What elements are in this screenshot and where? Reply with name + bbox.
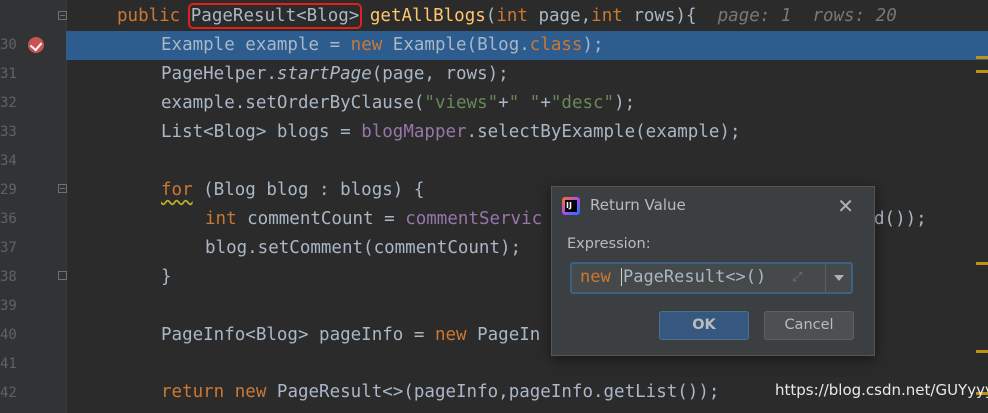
- expression-input[interactable]: new PageResult<>() ⤢: [570, 262, 853, 294]
- line-number: 32: [0, 95, 17, 111]
- dialog-title-bar[interactable]: Return Value ✕: [552, 187, 874, 225]
- dialog-title: Return Value: [590, 196, 686, 214]
- scrollbar-marker[interactable]: [976, 56, 988, 59]
- inline-debug-values: page: 1 rows: 20: [717, 6, 897, 26]
- line-number: 34: [0, 153, 17, 169]
- line-number: 33: [0, 124, 17, 140]
- ok-button[interactable]: OK: [659, 311, 749, 340]
- expression-label: Expression:: [567, 236, 651, 252]
- line-number: 42: [0, 385, 17, 401]
- fold-end-marker-icon[interactable]: [58, 271, 67, 280]
- fold-marker-icon[interactable]: [58, 11, 67, 20]
- code-line: List<Blog> blogs = blogMapper.selectByEx…: [161, 122, 741, 142]
- intellij-app-icon: [562, 197, 580, 215]
- line-number: 41: [0, 356, 17, 372]
- return-type-highlight: PageResult<Blog>: [187, 3, 363, 29]
- line-number: 36: [0, 211, 17, 227]
- line-number: 40: [0, 327, 17, 343]
- close-icon[interactable]: ✕: [837, 194, 854, 218]
- code-line-tail: d());: [874, 209, 927, 229]
- breakpoint-icon[interactable]: [28, 37, 44, 53]
- expression-value[interactable]: new PageResult<>(): [580, 267, 766, 287]
- scrollbar-marker[interactable]: [976, 350, 988, 353]
- code-line: for (Blog blog : blogs) {: [161, 180, 425, 200]
- line-number: 31: [0, 66, 17, 82]
- return-value-dialog: Return Value ✕ Expression: new PageResul…: [551, 186, 875, 356]
- line-number: 29: [0, 182, 17, 198]
- text-caret: [620, 268, 622, 286]
- cancel-button[interactable]: Cancel: [764, 311, 854, 340]
- code-line: example.setOrderByClause("views"+" "+"de…: [161, 93, 636, 113]
- line-number: 38: [0, 269, 17, 285]
- code-line: blog.setComment(commentCount);: [205, 238, 522, 258]
- code-line-method-signature: public PageResult<Blog> getAllBlogs(int …: [117, 3, 897, 29]
- line-number: 30: [0, 37, 17, 53]
- code-line: PageHelper.startPage(page, rows);: [161, 64, 509, 84]
- scrollbar-marker[interactable]: [976, 70, 988, 73]
- chevron-down-icon[interactable]: [834, 275, 844, 281]
- scrollbar-marker[interactable]: [976, 262, 988, 265]
- line-number: 39: [0, 298, 17, 314]
- fold-marker-icon[interactable]: [58, 184, 67, 193]
- combo-separator: [825, 264, 826, 292]
- code-line: int commentCount = commentServic: [205, 209, 543, 229]
- code-line: PageInfo<Blog> pageInfo = new PageIn: [161, 325, 541, 345]
- editor-gutter: [0, 0, 67, 413]
- line-number: 37: [0, 240, 17, 256]
- watermark: https://blog.csdn.net/GUYyyy: [775, 381, 988, 399]
- code-line: }: [161, 267, 172, 287]
- code-line: Example example = new Example(Blog.class…: [161, 35, 604, 55]
- expand-icon[interactable]: ⤢: [792, 271, 806, 285]
- code-line: return new PageResult<>(pageInfo,pageInf…: [161, 382, 720, 402]
